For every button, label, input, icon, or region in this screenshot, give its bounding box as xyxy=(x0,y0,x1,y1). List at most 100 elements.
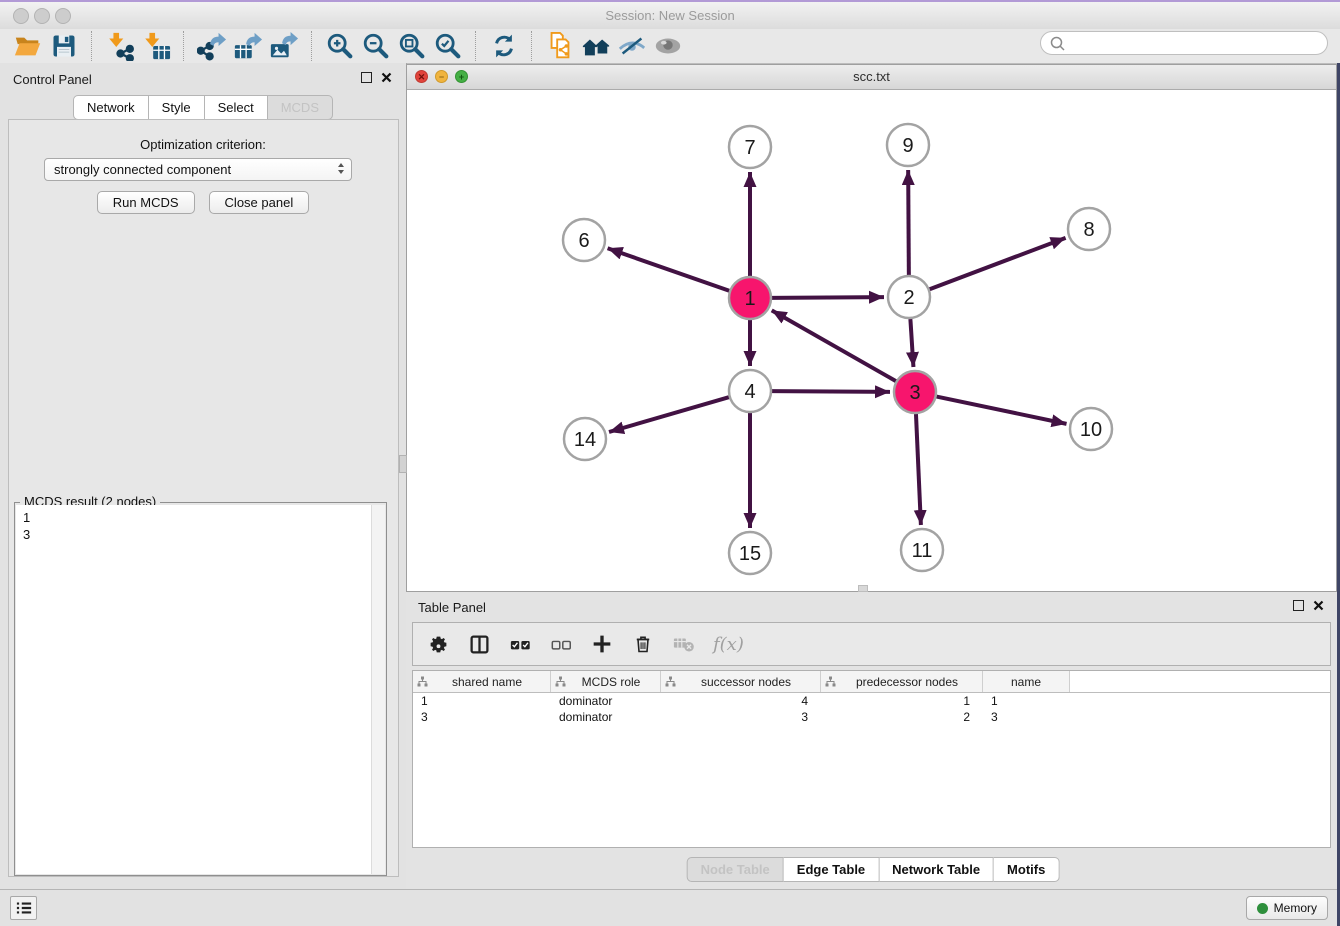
table-panel: Table Panel f(x) shared nameMCDS rolesuc… xyxy=(406,592,1340,890)
edge-3-1[interactable] xyxy=(772,310,896,381)
eye-crossed-icon[interactable] xyxy=(614,30,650,62)
float-panel-icon[interactable] xyxy=(361,72,372,83)
edge-2-3[interactable] xyxy=(910,319,913,367)
function-builder-icon[interactable]: f(x) xyxy=(713,632,744,656)
network-canvas[interactable]: 1234678910111415 xyxy=(407,90,1336,591)
close-panel-icon[interactable] xyxy=(381,72,392,83)
table-body: 1dominator4113dominator323 xyxy=(413,693,1330,725)
close-panel-icon[interactable] xyxy=(1313,600,1324,611)
export-image-icon[interactable] xyxy=(266,30,302,62)
table-panel-title: Table Panel xyxy=(418,600,486,615)
open-session-icon[interactable] xyxy=(10,30,46,62)
edge-2-8[interactable] xyxy=(930,238,1066,289)
table-cell: 3 xyxy=(413,710,551,724)
edge-4-3[interactable] xyxy=(772,391,890,392)
table-row[interactable]: 3dominator323 xyxy=(413,709,1330,725)
edge-1-6[interactable] xyxy=(608,248,730,290)
memory-status-dot-icon xyxy=(1257,903,1268,914)
memory-button[interactable]: Memory xyxy=(1246,896,1328,920)
zoom-in-icon[interactable] xyxy=(322,30,358,62)
mcds-result-box: MCDS result (2 nodes) 13 xyxy=(14,502,387,876)
export-table-icon[interactable] xyxy=(230,30,266,62)
node-label-9: 9 xyxy=(902,135,913,157)
criterion-value: strongly connected component xyxy=(54,162,231,177)
app-window: { "window": { "title": "Session: New Ses… xyxy=(0,0,1340,926)
edge-3-11[interactable] xyxy=(916,414,921,525)
table-cell: dominator xyxy=(551,710,661,724)
vertical-splitter-handle[interactable] xyxy=(399,455,407,473)
edge-3-10[interactable] xyxy=(937,397,1067,424)
optimization-criterion-label: Optimization criterion: xyxy=(0,137,406,152)
node-label-7: 7 xyxy=(744,137,755,159)
table-cell: 3 xyxy=(661,710,821,724)
toolbar-separator xyxy=(531,31,533,61)
node-label-1: 1 xyxy=(744,288,755,310)
tab-edge-table[interactable]: Edge Table xyxy=(784,857,879,882)
edge-2-9[interactable] xyxy=(908,170,909,275)
node-table[interactable]: shared nameMCDS rolesuccessor nodesprede… xyxy=(412,670,1331,848)
table-cell: 1 xyxy=(983,694,1070,708)
zoom-out-icon[interactable] xyxy=(358,30,394,62)
window-title: Session: New Session xyxy=(0,8,1340,23)
column-header-mcds-role[interactable]: MCDS role xyxy=(551,671,661,692)
tab-motifs[interactable]: Motifs xyxy=(994,857,1059,882)
zoom-fit-icon[interactable] xyxy=(394,30,430,62)
import-network-icon[interactable] xyxy=(102,30,138,62)
delete-table-icon[interactable] xyxy=(672,632,696,656)
table-cell: 4 xyxy=(661,694,821,708)
add-column-icon[interactable] xyxy=(590,632,614,656)
network-view-window: ✕ − + scc.txt 1234678910111415 xyxy=(406,64,1337,592)
tab-network-table[interactable]: Network Table xyxy=(879,857,994,882)
column-header-shared-name[interactable]: shared name xyxy=(413,671,551,692)
delete-column-icon[interactable] xyxy=(631,632,655,656)
network-window-titlebar[interactable]: ✕ − + scc.txt xyxy=(407,65,1336,90)
table-row[interactable]: 1dominator411 xyxy=(413,693,1330,709)
tab-mcds[interactable]: MCDS xyxy=(268,95,333,120)
zoom-selected-icon[interactable] xyxy=(430,30,466,62)
split-columns-icon[interactable] xyxy=(467,632,491,656)
toolbar-separator xyxy=(183,31,185,61)
edge-1-2[interactable] xyxy=(772,297,884,298)
close-panel-button[interactable]: Close panel xyxy=(209,191,310,214)
status-bar: Memory xyxy=(0,889,1340,926)
refresh-icon[interactable] xyxy=(486,30,522,62)
memory-label: Memory xyxy=(1274,901,1317,915)
tab-network[interactable]: Network xyxy=(73,95,149,120)
criterion-dropdown[interactable]: strongly connected component xyxy=(44,158,352,181)
horizontal-splitter-handle[interactable] xyxy=(858,585,868,592)
table-cell: 3 xyxy=(983,710,1070,724)
network-graph: 1234678910111415 xyxy=(407,90,1336,593)
network-window-title: scc.txt xyxy=(407,69,1336,84)
column-type-icon xyxy=(825,676,836,687)
copy-network-icon[interactable] xyxy=(542,30,578,62)
column-header-predecessor-nodes[interactable]: predecessor nodes xyxy=(821,671,983,692)
eye-icon[interactable] xyxy=(650,30,686,62)
column-type-icon xyxy=(555,676,566,687)
tab-style[interactable]: Style xyxy=(149,95,205,120)
column-header-name[interactable]: name xyxy=(983,671,1070,692)
settings-gear-icon[interactable] xyxy=(426,632,450,656)
deselect-all-checkboxes-icon[interactable] xyxy=(549,632,573,656)
tab-node-table[interactable]: Node Table xyxy=(687,857,784,882)
result-line: 1 xyxy=(23,509,378,526)
tab-select[interactable]: Select xyxy=(205,95,268,120)
table-cell: 1 xyxy=(413,694,551,708)
select-all-checkboxes-icon[interactable] xyxy=(508,632,532,656)
float-panel-icon[interactable] xyxy=(1293,600,1304,611)
task-history-button[interactable] xyxy=(10,896,37,920)
search-field[interactable] xyxy=(1040,31,1328,55)
import-table-icon[interactable] xyxy=(138,30,174,62)
run-mcds-button[interactable]: Run MCDS xyxy=(97,191,195,214)
houses-icon[interactable] xyxy=(578,30,614,62)
export-network-icon[interactable] xyxy=(194,30,230,62)
node-label-3: 3 xyxy=(909,382,920,404)
control-panel-title: Control Panel xyxy=(13,72,92,87)
save-session-icon[interactable] xyxy=(46,30,82,62)
node-label-4: 4 xyxy=(744,381,755,403)
node-label-2: 2 xyxy=(903,287,914,309)
node-label-14: 14 xyxy=(574,429,596,451)
result-scrollbar[interactable] xyxy=(371,505,385,874)
search-input[interactable] xyxy=(1071,35,1327,51)
column-header-successor-nodes[interactable]: successor nodes xyxy=(661,671,821,692)
edge-4-14[interactable] xyxy=(609,397,729,432)
